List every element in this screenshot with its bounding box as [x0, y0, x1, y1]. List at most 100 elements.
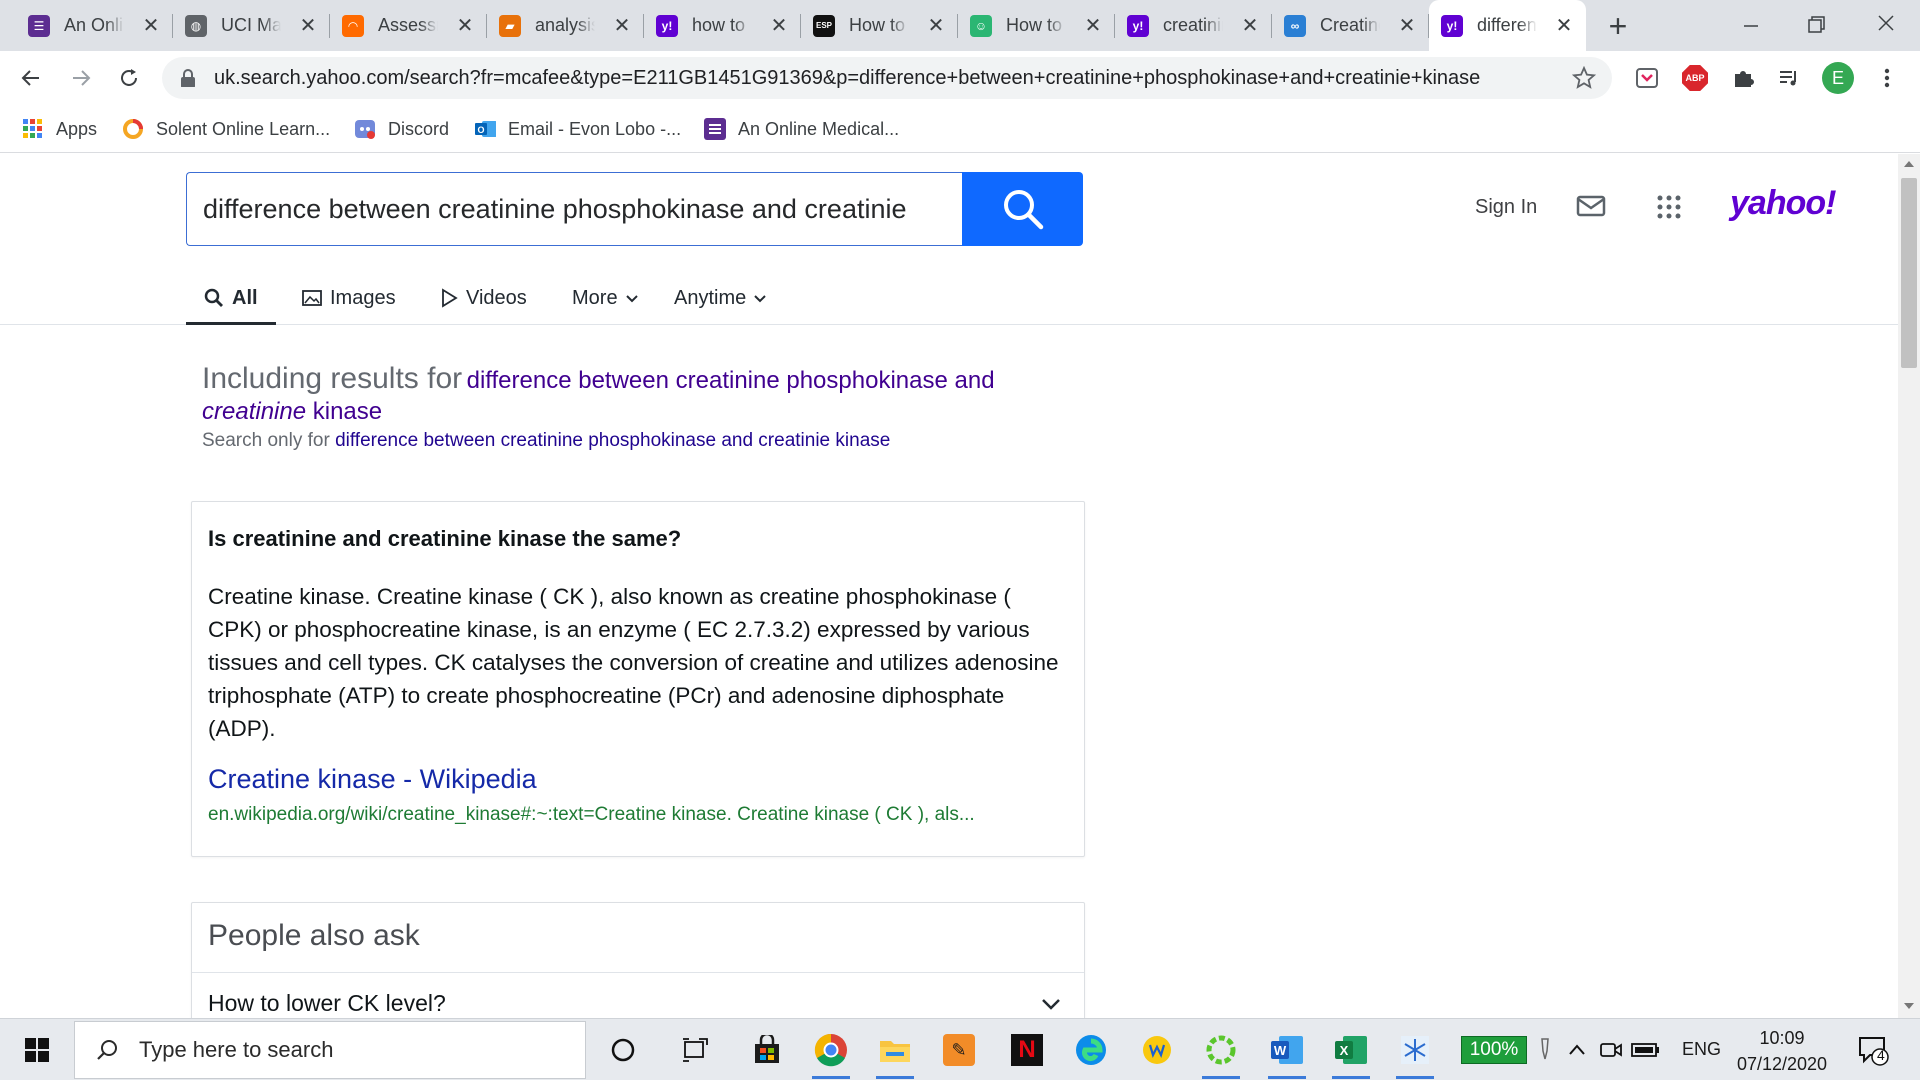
corrected-query-link[interactable]: difference between creatinine phosphokin…: [467, 367, 995, 394]
bookmark-online-medical[interactable]: An Online Medical...: [704, 115, 899, 143]
profile-avatar[interactable]: E: [1822, 62, 1854, 94]
extensions-button[interactable]: [1728, 63, 1758, 93]
browser-tab[interactable]: y! difference ✕: [1429, 0, 1586, 51]
taskbar-excel[interactable]: X: [1330, 1029, 1372, 1079]
original-query-link[interactable]: difference between creatinine phosphokin…: [335, 430, 890, 451]
restore-button[interactable]: [1796, 10, 1836, 40]
yahoo-logo[interactable]: yahoo!: [1730, 184, 1836, 223]
show-hidden-icons-button[interactable]: [1562, 1029, 1592, 1071]
star-icon[interactable]: [1572, 66, 1596, 90]
anytime-filter[interactable]: Anytime: [674, 282, 768, 314]
scroll-down-icon[interactable]: [1904, 1002, 1914, 1010]
scroll-up-icon[interactable]: [1904, 160, 1914, 168]
cortana-button[interactable]: [602, 1029, 644, 1071]
chevron-down-icon[interactable]: [1040, 993, 1062, 1015]
tab-close-button[interactable]: ✕: [453, 13, 477, 37]
tab-close-button[interactable]: ✕: [1238, 13, 1262, 37]
corrected-query-link-continued[interactable]: creatinine kinase: [202, 398, 1102, 426]
media-control-button[interactable]: [1774, 63, 1804, 93]
tray-battery-button[interactable]: [1628, 1029, 1664, 1071]
tab-videos[interactable]: Videos: [440, 282, 527, 314]
close-icon: [1878, 15, 1894, 31]
browser-tab[interactable]: ◍ UCI Machine... ✕: [173, 0, 330, 51]
tab-close-button[interactable]: ✕: [1081, 13, 1105, 37]
browser-tab[interactable]: ◠ Assessment ✕: [330, 0, 487, 51]
tab-all[interactable]: All: [204, 282, 258, 314]
start-button[interactable]: [16, 1029, 58, 1071]
browser-tab[interactable]: ∞ Creatine ✕: [1272, 0, 1429, 51]
tab-title: Creatine: [1320, 15, 1380, 35]
apps-grid-icon: [22, 118, 44, 140]
search-input[interactable]: difference between creatinine phosphokin…: [186, 172, 964, 246]
taskbar-store[interactable]: [746, 1029, 788, 1071]
tab-label: More: [572, 286, 618, 309]
forward-button[interactable]: [62, 59, 100, 97]
reload-button[interactable]: [110, 59, 148, 97]
taskbar-search-box[interactable]: Type here to search: [74, 1021, 586, 1079]
tab-title: how to: [692, 15, 746, 35]
back-button[interactable]: [12, 59, 50, 97]
restore-icon: [1808, 16, 1825, 33]
taskbar-netflix[interactable]: N: [1006, 1029, 1048, 1071]
play-icon: [442, 288, 458, 308]
tab-close-button[interactable]: ✕: [1395, 13, 1419, 37]
taskbar-snip-tool[interactable]: [1394, 1029, 1436, 1079]
corrected-query-part1: difference between creatinine phosphokin…: [466, 367, 995, 394]
tab-title: difference: [1477, 15, 1537, 35]
bookmark-solent[interactable]: Solent Online Learn...: [122, 115, 330, 143]
address-bar[interactable]: uk.search.yahoo.com/search?fr=mcafee&typ…: [162, 57, 1612, 99]
browser-tab[interactable]: ESP How to ✕: [801, 0, 958, 51]
taskbar-app-orange[interactable]: ✎: [938, 1029, 980, 1071]
tray-pen-icon-button[interactable]: [1530, 1029, 1560, 1071]
list-icon: ☰: [28, 14, 50, 37]
browser-tab[interactable]: ☰ An Online Medical... ✕: [16, 0, 173, 51]
taskbar-file-explorer[interactable]: [874, 1029, 916, 1079]
tab-close-button[interactable]: ✕: [924, 13, 948, 37]
search-only-for: Search only for difference between creat…: [202, 430, 1102, 452]
tab-more[interactable]: More: [572, 282, 640, 314]
tab-close-button[interactable]: ✕: [767, 13, 791, 37]
taskbar-app-yellow[interactable]: [1136, 1029, 1178, 1071]
tab-close-button[interactable]: ✕: [296, 13, 320, 37]
sign-in-link[interactable]: Sign In: [1475, 196, 1537, 219]
tab-close-button[interactable]: ✕: [1552, 13, 1576, 37]
browser-tab[interactable]: y! how to ✕: [644, 0, 801, 51]
bookmark-email[interactable]: O Email - Evon Lobo -...: [474, 115, 681, 143]
taskbar-edge[interactable]: [1070, 1029, 1112, 1071]
svg-text:X: X: [1340, 1043, 1349, 1058]
pocket-extension-button[interactable]: [1632, 63, 1662, 93]
including-results-prefix: Including results for: [202, 362, 463, 395]
system-clock[interactable]: 10:09 07/12/2020: [1728, 1025, 1836, 1077]
page-scrollbar[interactable]: [1898, 154, 1920, 1018]
vertical-dots-icon: [1884, 68, 1890, 88]
search-button[interactable]: [962, 172, 1083, 246]
browser-tab[interactable]: ▰ analysis ✕: [487, 0, 644, 51]
task-view-button[interactable]: [674, 1029, 716, 1071]
apps-menu-button[interactable]: [1656, 194, 1682, 225]
adblock-extension-button[interactable]: ABP: [1680, 63, 1710, 93]
related-question[interactable]: How to lower CK level?: [208, 990, 446, 1017]
tray-meet-now-button[interactable]: [1596, 1029, 1626, 1071]
taskbar-chrome[interactable]: [810, 1029, 852, 1079]
battery-meter-widget[interactable]: 100%: [1458, 1029, 1530, 1071]
browser-tab[interactable]: ☺ How to ✕: [958, 0, 1115, 51]
browser-menu-button[interactable]: [1872, 63, 1902, 93]
new-tab-button[interactable]: +: [1598, 6, 1638, 46]
taskbar-app-green-ring[interactable]: [1200, 1029, 1242, 1079]
bookmark-discord[interactable]: Discord: [354, 115, 449, 143]
tab-close-button[interactable]: ✕: [610, 13, 634, 37]
bookmark-apps[interactable]: Apps: [22, 115, 97, 143]
mail-button[interactable]: [1576, 194, 1606, 223]
tab-label: Images: [330, 286, 396, 309]
tab-images[interactable]: Images: [302, 282, 396, 314]
answer-source-link[interactable]: Creatine kinase - Wikipedia: [208, 764, 537, 795]
close-window-button[interactable]: [1866, 10, 1906, 40]
input-language[interactable]: ENG: [1682, 1039, 1721, 1060]
scrollbar-thumb[interactable]: [1901, 178, 1917, 368]
action-center-button[interactable]: 4: [1852, 1029, 1894, 1071]
browser-tab[interactable]: y! creatinine ✕: [1115, 0, 1272, 51]
minimize-button[interactable]: [1730, 10, 1770, 40]
answer-card: Is creatinine and creatinine kinase the …: [191, 501, 1085, 857]
taskbar-word[interactable]: W: [1266, 1029, 1308, 1079]
tab-close-button[interactable]: ✕: [139, 13, 163, 37]
